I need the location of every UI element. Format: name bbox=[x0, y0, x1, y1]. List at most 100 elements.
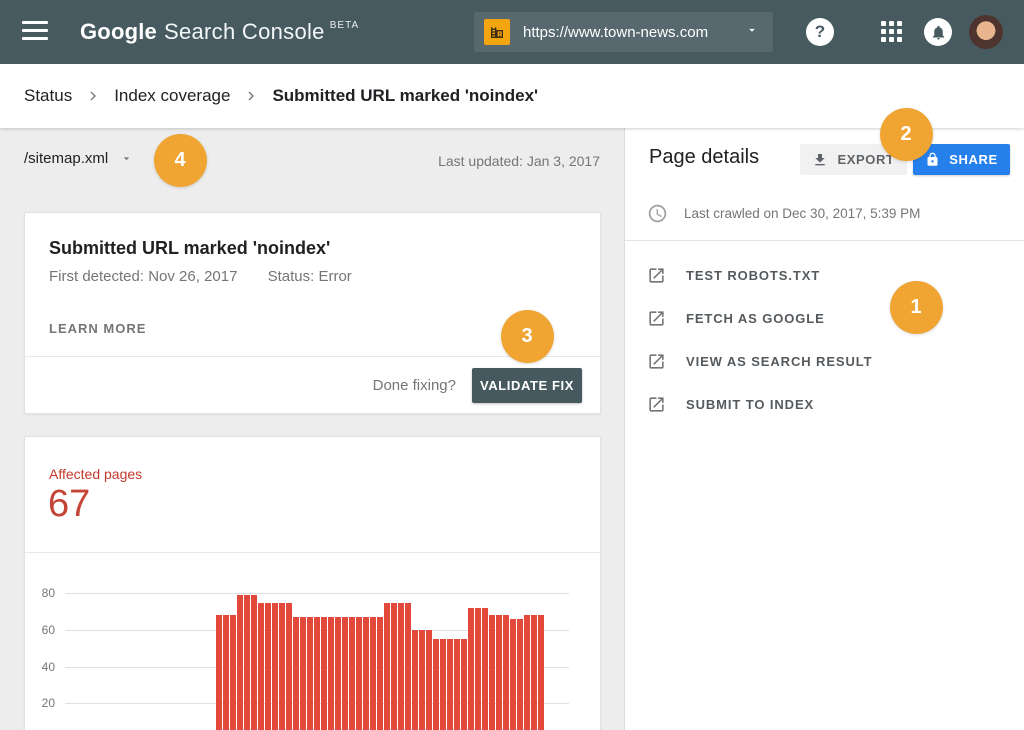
link-label: VIEW AS SEARCH RESULT bbox=[686, 354, 872, 369]
submit-to-index-link[interactable]: SUBMIT TO INDEX bbox=[625, 383, 1024, 426]
test-robots-txt-link[interactable]: TEST ROBOTS.TXT bbox=[625, 254, 1024, 297]
chart-bar bbox=[454, 639, 460, 730]
y-axis-tick-label: 20 bbox=[27, 696, 55, 710]
callout-circle-1: 1 bbox=[890, 281, 943, 334]
affected-pages-count: 67 bbox=[48, 483, 90, 526]
chart-bar bbox=[475, 608, 481, 730]
open-in-new-icon bbox=[647, 309, 666, 328]
help-icon: ? bbox=[815, 22, 825, 42]
property-url: https://www.town-news.com bbox=[523, 24, 745, 41]
panel-title: Page details bbox=[649, 146, 759, 169]
chart-bar bbox=[391, 603, 397, 730]
status-text: Status: Error bbox=[268, 268, 352, 285]
chart-bar bbox=[307, 617, 313, 730]
chart-bar bbox=[300, 617, 306, 730]
chart-bar bbox=[265, 603, 271, 730]
link-label: FETCH AS GOOGLE bbox=[686, 311, 825, 326]
chart-bar bbox=[244, 595, 250, 730]
callout-circle-3: 3 bbox=[501, 310, 554, 363]
chart-bar bbox=[237, 595, 243, 730]
main-content-area: /sitemap.xml Last updated: Jan 3, 2017 S… bbox=[0, 128, 624, 730]
filter-toolbar: /sitemap.xml Last updated: Jan 3, 2017 bbox=[0, 128, 624, 194]
app-logo: Google Search Console BETA bbox=[80, 0, 359, 64]
panel-divider bbox=[625, 240, 1024, 241]
page-details-panel: Page details Last crawled on Dec 30, 201… bbox=[624, 128, 1024, 730]
chart-bar bbox=[461, 639, 467, 730]
link-label: TEST ROBOTS.TXT bbox=[686, 268, 820, 283]
chart-bar bbox=[468, 608, 474, 730]
chart-gridline bbox=[65, 593, 569, 594]
chart-bar bbox=[230, 615, 236, 730]
card-divider bbox=[25, 552, 600, 553]
chart-bar bbox=[433, 639, 439, 730]
app-header: Google Search Console BETA https://www.t… bbox=[0, 0, 1024, 64]
chart-bar bbox=[496, 615, 502, 730]
chart-bar bbox=[293, 617, 299, 730]
chart-bar bbox=[412, 630, 418, 730]
user-avatar[interactable] bbox=[969, 15, 1003, 49]
notifications-button[interactable] bbox=[924, 18, 952, 46]
chart-bar bbox=[251, 595, 257, 730]
last-updated-text: Last updated: Jan 3, 2017 bbox=[438, 153, 600, 169]
chart-bar bbox=[426, 630, 432, 730]
chart-bar bbox=[321, 617, 327, 730]
breadcrumb: Status Index coverage Submitted URL mark… bbox=[24, 86, 538, 106]
logo-product-text: Search Console bbox=[164, 19, 325, 45]
chart-bar bbox=[489, 615, 495, 730]
chart-bar bbox=[370, 617, 376, 730]
y-axis-tick-label: 60 bbox=[27, 623, 55, 637]
chart-bar bbox=[447, 639, 453, 730]
breadcrumb-status[interactable]: Status bbox=[24, 86, 72, 106]
apps-grid-icon[interactable] bbox=[881, 21, 903, 43]
chart-bar bbox=[377, 617, 383, 730]
y-axis-tick-label: 80 bbox=[27, 586, 55, 600]
breadcrumb-bar: Status Index coverage Submitted URL mark… bbox=[0, 64, 1024, 128]
logo-google-text: Google bbox=[80, 19, 157, 45]
chart-bar bbox=[216, 615, 222, 730]
chart-bar bbox=[405, 603, 411, 730]
property-building-icon bbox=[484, 19, 510, 45]
export-button-label: EXPORT bbox=[837, 152, 894, 167]
breadcrumb-current-page: Submitted URL marked 'noindex' bbox=[272, 86, 538, 106]
open-in-new-icon bbox=[647, 352, 666, 371]
clock-icon bbox=[647, 203, 668, 224]
view-as-search-result-link[interactable]: VIEW AS SEARCH RESULT bbox=[625, 340, 1024, 383]
validate-fix-button[interactable]: VALIDATE FIX bbox=[472, 368, 582, 403]
help-button[interactable]: ? bbox=[806, 18, 834, 46]
last-crawled-row: Last crawled on Dec 30, 2017, 5:39 PM bbox=[647, 203, 920, 224]
chart-bar bbox=[272, 603, 278, 730]
sitemap-filter-dropdown[interactable]: /sitemap.xml bbox=[24, 150, 133, 167]
affected-pages-label: Affected pages bbox=[49, 466, 142, 482]
last-crawled-text: Last crawled on Dec 30, 2017, 5:39 PM bbox=[684, 206, 920, 221]
chart-bar bbox=[356, 617, 362, 730]
beta-badge: BETA bbox=[330, 20, 359, 31]
chevron-down-icon bbox=[120, 152, 133, 165]
property-selector[interactable]: https://www.town-news.com bbox=[474, 12, 773, 52]
chart-bar bbox=[538, 615, 544, 730]
bell-icon bbox=[930, 24, 947, 41]
y-axis-tick-label: 40 bbox=[27, 660, 55, 674]
fetch-as-google-link[interactable]: FETCH AS GOOGLE bbox=[625, 297, 1024, 340]
chart-bar bbox=[503, 615, 509, 730]
breadcrumb-index-coverage[interactable]: Index coverage bbox=[114, 86, 230, 106]
open-in-new-icon bbox=[647, 395, 666, 414]
learn-more-link[interactable]: LEARN MORE bbox=[49, 321, 146, 336]
chevron-right-icon bbox=[243, 88, 259, 104]
issue-title: Submitted URL marked 'noindex' bbox=[49, 238, 330, 259]
affected-pages-bar-chart: 20 40 60 80 bbox=[25, 557, 602, 730]
issue-meta: First detected: Nov 26, 2017 Status: Err… bbox=[49, 268, 352, 285]
chart-bar bbox=[342, 617, 348, 730]
chart-bar bbox=[517, 619, 523, 730]
sitemap-filter-value: /sitemap.xml bbox=[24, 150, 108, 167]
chart-bar bbox=[279, 603, 285, 730]
hamburger-menu-icon[interactable] bbox=[22, 21, 48, 43]
chart-bar bbox=[510, 619, 516, 730]
chart-bar bbox=[314, 617, 320, 730]
chart-bar bbox=[328, 617, 334, 730]
open-in-new-icon bbox=[647, 266, 666, 285]
chart-bar bbox=[531, 615, 537, 730]
chart-bar bbox=[384, 603, 390, 730]
chart-bar bbox=[335, 617, 341, 730]
chart-bar bbox=[363, 617, 369, 730]
chart-bar bbox=[258, 603, 264, 730]
